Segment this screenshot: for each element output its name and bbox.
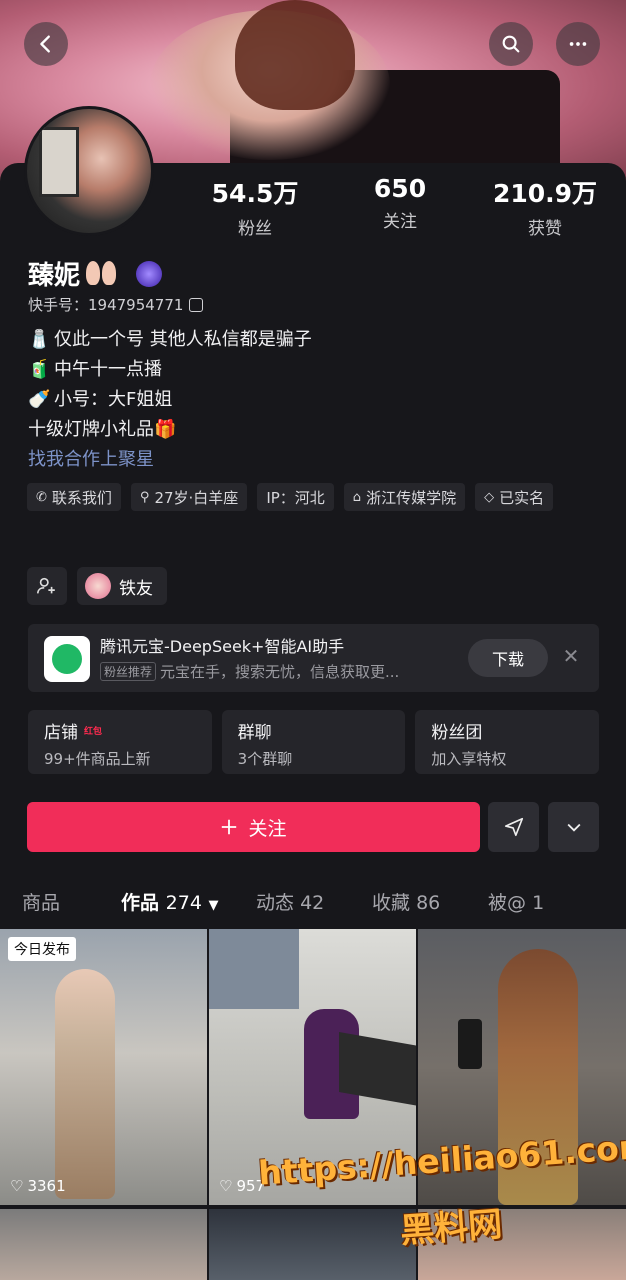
name-row: 臻妮 (28, 255, 163, 292)
stat-label: 粉丝 (238, 219, 272, 239)
card-fan-club[interactable]: 粉丝团 加入享特权 (415, 710, 600, 774)
profile-name: 臻妮 (28, 261, 81, 291)
back-button[interactable] (24, 22, 68, 66)
ad-tag: 粉丝推荐 (100, 662, 157, 681)
level-badge-icon[interactable] (136, 260, 163, 287)
yuanbao-logo-icon (44, 636, 90, 682)
school-icon: ⌂ (352, 489, 362, 505)
stat-value: 210.9万 (492, 179, 598, 208)
ad-subtitle: 元宝在手，搜索无忧，信息获取更... (160, 663, 400, 681)
more-button[interactable] (556, 22, 600, 66)
tag-school[interactable]: ⌂ 浙江传媒学院 (343, 483, 466, 511)
stat-following[interactable]: 650 关注 (335, 174, 465, 239)
juice-icon: 🧃 (28, 359, 51, 380)
tag-list: ✆ 联系我们 ⚲ 27岁·白羊座 IP：河北 ⌂ 浙江传媒学院 ◇ 已实名 (27, 483, 607, 511)
send-icon (504, 817, 523, 837)
today-badge: 今日发布 (8, 937, 76, 961)
stats-row: 54.5万 粉丝 650 关注 210.9万 获赞 (190, 174, 610, 239)
caret-down-icon[interactable]: ▼ (209, 898, 219, 913)
friend-row: 铁友 (27, 567, 167, 605)
video-tile[interactable]: 今日发布 ♡ 3361 (0, 929, 207, 1205)
add-friend-button[interactable] (27, 567, 67, 605)
bottle-icon: 🍼 (28, 389, 51, 410)
bio: 🧂 仅此一个号 其他人私信都是骗子 🧃 中午十一点播 🍼 小号：大F姐姐 十级灯牌小礼… (28, 325, 312, 475)
watermark-name: 黑料网 (398, 1204, 504, 1252)
like-count: ♡ 3361 (10, 1177, 66, 1195)
video-tile[interactable] (0, 1209, 207, 1280)
stat-fans[interactable]: 54.5万 粉丝 (190, 174, 320, 239)
video-thumbnail (55, 969, 115, 1199)
follow-button[interactable]: 关注 (27, 802, 480, 852)
search-icon (502, 35, 520, 53)
salt-icon: 🧂 (28, 329, 51, 350)
content-tabs: 商品 作品 274 ▼ 动态 42 收藏 86 被@ 1 (0, 880, 626, 920)
user-id: 快手号：1947954771 (28, 296, 184, 314)
stat-label: 获赞 (528, 219, 562, 239)
bio-line: 十级灯牌小礼品🎁 (28, 419, 177, 440)
bio-line: 🧃 中午十一点播 (28, 355, 312, 385)
phone-holder (458, 1019, 482, 1069)
add-user-icon (37, 577, 55, 594)
share-button[interactable] (488, 802, 539, 852)
heart-icon: ♡ (10, 1177, 24, 1195)
avatar[interactable] (24, 106, 154, 236)
gender-icon: ⚲ (139, 489, 150, 505)
more-dots-icon (569, 42, 587, 46)
card-shop[interactable]: 店铺 红包 99+件商品上新 (28, 710, 212, 774)
bio-line: 🍼 小号：大F姐姐 (28, 385, 312, 415)
copy-icon[interactable] (189, 297, 204, 312)
stat-value: 54.5万 (211, 179, 299, 208)
bio-line: 🧂 仅此一个号 其他人私信都是骗子 (28, 325, 312, 355)
expand-button[interactable] (548, 802, 599, 852)
tab-mentions[interactable]: 被@ 1 (488, 888, 544, 915)
red-packet-badge: 红包 (84, 727, 103, 737)
video-tile[interactable] (209, 1209, 416, 1280)
fan-group-button[interactable]: 铁友 (77, 567, 167, 605)
shortcut-cards: 店铺 红包 99+件商品上新 群聊 3个群聊 粉丝团 加入享特权 (28, 710, 600, 774)
tab-favorites[interactable]: 收藏 86 (372, 888, 440, 915)
tag-verified: ◇ 已实名 (475, 483, 554, 511)
close-icon[interactable]: ✕ (561, 646, 581, 666)
ad-title: 腾讯元宝-DeepSeek+智能AI助手 (100, 637, 345, 656)
verified-icon: ◇ (484, 489, 495, 505)
back-chevron-icon (40, 35, 50, 53)
stat-value: 650 (373, 174, 427, 203)
card-group-chat[interactable]: 群聊 3个群聊 (221, 710, 406, 774)
tag-contact[interactable]: ✆ 联系我们 (27, 483, 121, 511)
tab-moments[interactable]: 动态 42 (256, 888, 324, 915)
bio-link[interactable]: 找我合作上聚星 (28, 445, 312, 475)
action-row: 关注 (27, 802, 599, 852)
fan-group-avatar (85, 573, 111, 599)
hands-emoji-icon (86, 260, 120, 287)
search-button[interactable] (489, 22, 533, 66)
stat-likes[interactable]: 210.9万 获赞 (480, 174, 610, 239)
chevron-down-icon (567, 823, 580, 832)
stat-label: 关注 (383, 212, 417, 232)
banner-hair (235, 0, 355, 110)
tab-works[interactable]: 作品 274 ▼ (121, 888, 219, 915)
tag-age: ⚲ 27岁·白羊座 (130, 483, 248, 511)
plus-icon (222, 819, 237, 835)
tag-ip: IP：河北 (257, 483, 334, 511)
user-id-row: 快手号：1947954771 (28, 294, 204, 315)
ad-subtitle-row: 粉丝推荐 元宝在手，搜索无忧，信息获取更... (100, 661, 399, 682)
heart-icon: ♡ (219, 1177, 233, 1195)
ad-banner[interactable]: 腾讯元宝-DeepSeek+智能AI助手 粉丝推荐 元宝在手，搜索无忧，信息获取… (28, 624, 599, 692)
tab-products[interactable]: 商品 (22, 888, 60, 915)
phone-icon: ✆ (36, 489, 47, 505)
download-button[interactable]: 下载 (468, 639, 548, 677)
